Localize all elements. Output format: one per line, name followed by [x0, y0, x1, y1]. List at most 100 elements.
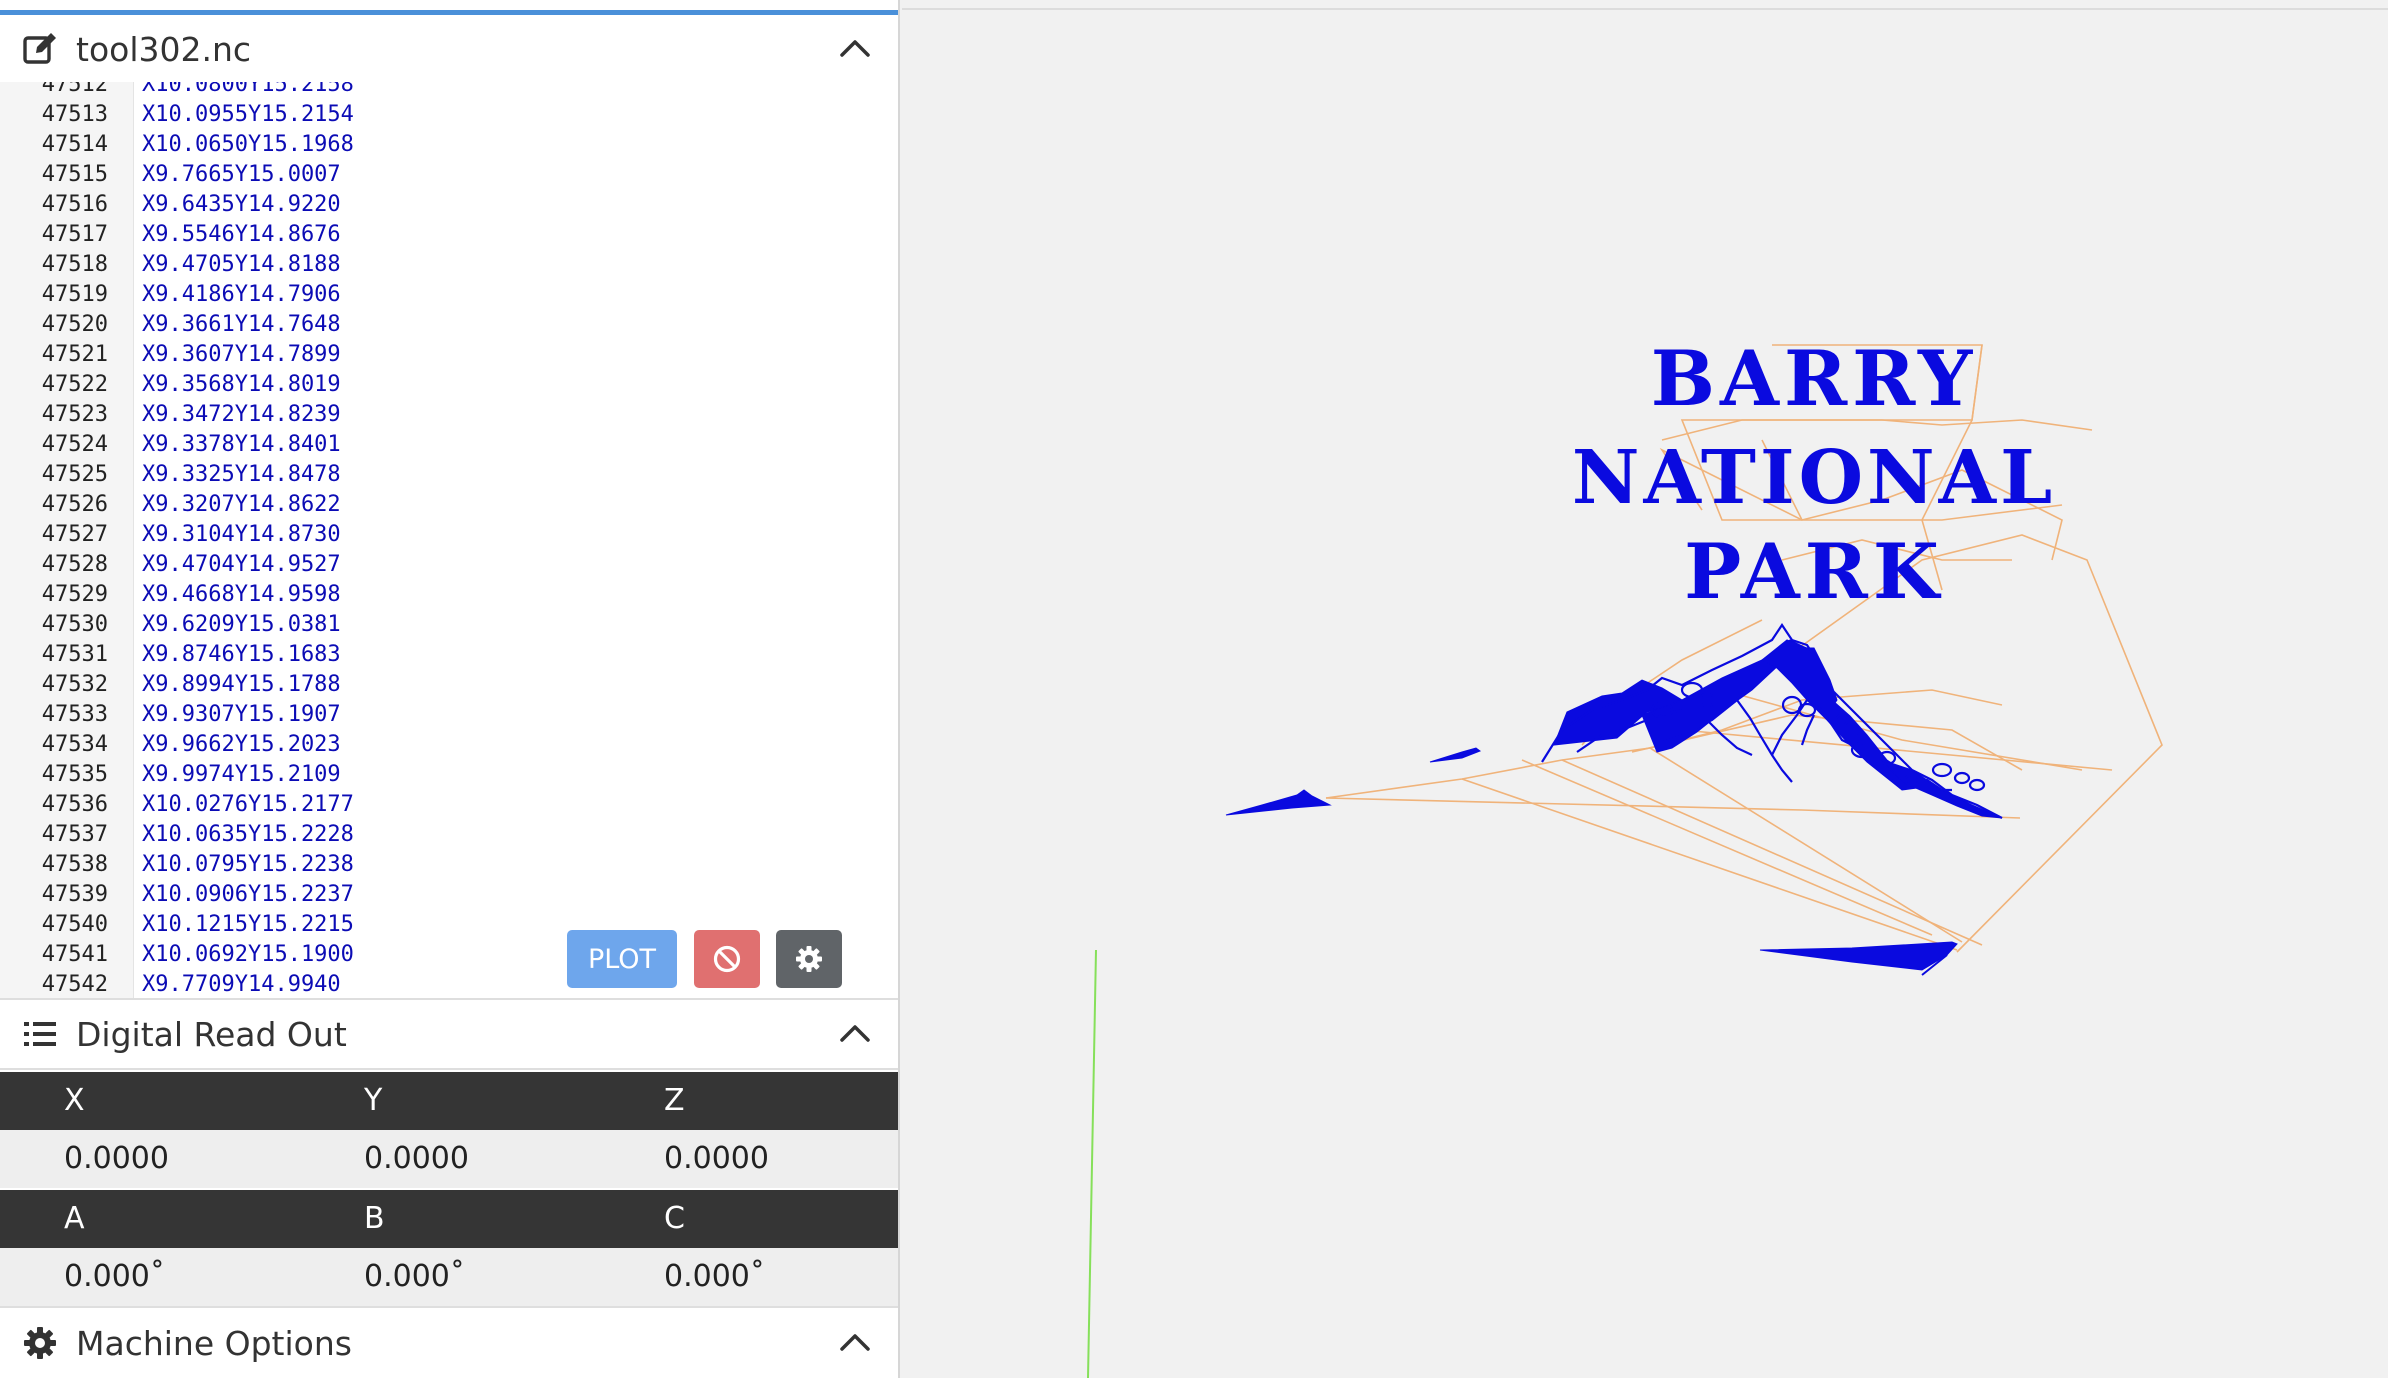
line-number: 47514	[41, 132, 108, 157]
code-line[interactable]: 47528 X9.4704Y14.9527	[0, 550, 898, 580]
gcode-text: X9.3378Y14.8401	[142, 432, 341, 457]
code-line[interactable]: 47518 X9.4705Y14.8188	[0, 250, 898, 280]
gcode-text: X9.9662Y15.2023	[142, 732, 341, 757]
line-number: 47527	[41, 522, 108, 547]
line-number: 47536	[41, 792, 108, 817]
code-line[interactable]: 47513 X10.0955Y15.2154	[0, 100, 898, 130]
toolpath-viewer[interactable]: BARRY NATIONAL PARK	[902, 0, 2388, 1378]
line-number: 47526	[41, 492, 108, 517]
axis-label-x: X	[64, 1083, 85, 1118]
code-line[interactable]: 47514 X10.0650Y15.1968	[0, 130, 898, 160]
gcode-text: X9.6209Y15.0381	[142, 612, 341, 637]
gcode-editor[interactable]: 47512 X10.0800Y15.2158 47513 X10.0955Y15.…	[0, 82, 898, 998]
gcode-text: X9.3661Y14.7648	[142, 312, 341, 337]
line-number: 47540	[41, 912, 108, 937]
gcode-text: X9.7709Y14.9940	[142, 972, 341, 997]
code-line[interactable]: 47517 X9.5546Y14.8676	[0, 220, 898, 250]
axis-label-z: Z	[664, 1083, 685, 1118]
stop-button[interactable]	[694, 930, 760, 988]
code-line[interactable]: 47520 X9.3661Y14.7648	[0, 310, 898, 340]
code-line[interactable]: 47539 X10.0906Y15.2237	[0, 880, 898, 910]
engraved-text-line-3: PARK	[1684, 527, 1944, 616]
left-panel: tool302.nc 47512 X10.0800Y15.2158 47513 X…	[0, 0, 900, 1378]
editor-header[interactable]: tool302.nc	[0, 10, 898, 85]
gcode-text: X9.5546Y14.8676	[142, 222, 341, 247]
line-number: 47539	[41, 882, 108, 907]
code-line[interactable]: 47533 X9.9307Y15.1907	[0, 700, 898, 730]
line-number: 47516	[41, 192, 108, 217]
cut-outline-loop-8	[1931, 762, 1953, 778]
line-number: 47519	[41, 282, 108, 307]
gcode-text: X9.8746Y15.1683	[142, 642, 341, 667]
gcode-text: X10.1215Y15.2215	[142, 912, 354, 937]
code-line[interactable]: 47526 X9.3207Y14.8622	[0, 490, 898, 520]
code-line[interactable]: 47515 X9.7665Y15.0007	[0, 160, 898, 190]
code-line[interactable]: 47542 X9.7709Y14.9940	[0, 970, 898, 998]
dro-axis-header-abc: A B C	[0, 1190, 898, 1248]
gcode-text: X10.0650Y15.1968	[142, 132, 354, 157]
code-line[interactable]: 47521 X9.3607Y14.7899	[0, 340, 898, 370]
code-line[interactable]: 47516 X9.6435Y14.9220	[0, 190, 898, 220]
chevron-up-icon[interactable]	[838, 1326, 872, 1360]
chevron-up-icon[interactable]	[838, 32, 872, 66]
code-line[interactable]: 47527 X9.3104Y14.8730	[0, 520, 898, 550]
code-line[interactable]: 47523 X9.3472Y14.8239	[0, 400, 898, 430]
gcode-text: X9.3207Y14.8622	[142, 492, 341, 517]
chevron-up-icon[interactable]	[838, 1017, 872, 1051]
line-number: 47537	[41, 822, 108, 847]
gcode-text: X9.6435Y14.9220	[142, 192, 341, 217]
cut-shape-lake	[1759, 941, 1958, 971]
gcode-text: X9.9307Y15.1907	[142, 702, 341, 727]
dro-title: Digital Read Out	[76, 1014, 347, 1054]
axis-label-c: C	[664, 1201, 685, 1236]
code-line[interactable]: 47538 X10.0795Y15.2238	[0, 850, 898, 880]
gcode-text: X10.0795Y15.2238	[142, 852, 354, 877]
code-line[interactable]: 47541 X10.0692Y15.1900	[0, 940, 898, 970]
code-line[interactable]: 47519 X9.4186Y14.7906	[0, 280, 898, 310]
code-line[interactable]: 47522 X9.3568Y14.8019	[0, 370, 898, 400]
gcode-text: X10.0955Y15.2154	[142, 102, 354, 127]
gcode-text: X9.4668Y14.9598	[142, 582, 341, 607]
dro-header[interactable]: Digital Read Out	[0, 998, 898, 1070]
axis-label-a: A	[64, 1201, 85, 1236]
y-axis-line	[1087, 949, 1097, 1378]
code-line[interactable]: 47537 X10.0635Y15.2228	[0, 820, 898, 850]
line-number: 47524	[41, 432, 108, 457]
code-line[interactable]: 47540 X10.1215Y15.2215	[0, 910, 898, 940]
dro-values-xyz: 0.0000 0.0000 0.0000	[0, 1130, 898, 1188]
editor-settings-button[interactable]	[776, 930, 842, 988]
gcode-text: X9.4186Y14.7906	[142, 282, 341, 307]
code-line[interactable]: 47531 X9.8746Y15.1683	[0, 640, 898, 670]
gcode-text: X9.3607Y14.7899	[142, 342, 341, 367]
code-line[interactable]: 47525 X9.3325Y14.8478	[0, 460, 898, 490]
code-line[interactable]: 47530 X9.6209Y15.0381	[0, 610, 898, 640]
gear-icon	[24, 1327, 56, 1359]
dro-axis-header-xyz: X Y Z	[0, 1072, 898, 1130]
line-number: 47533	[41, 702, 108, 727]
code-line[interactable]: 47536 X10.0276Y15.2177	[0, 790, 898, 820]
gcode-text: X9.3472Y14.8239	[142, 402, 341, 427]
code-line[interactable]: 47524 X9.3378Y14.8401	[0, 430, 898, 460]
cut-outline-lower-8	[1800, 714, 1815, 746]
cut-shape-island-left	[1225, 789, 1332, 816]
gcode-text: X9.8994Y15.1788	[142, 672, 341, 697]
gcode-text: X9.3104Y14.8730	[142, 522, 341, 547]
line-number: 47517	[41, 222, 108, 247]
line-number: 47542	[41, 972, 108, 997]
line-number: 47538	[41, 852, 108, 877]
plot-button[interactable]: PLOT	[567, 930, 677, 988]
line-number: 47530	[41, 612, 108, 637]
toolpath-canvas[interactable]: BARRY NATIONAL PARK	[902, 0, 2388, 1378]
code-line[interactable]: 47535 X9.9974Y15.2109	[0, 760, 898, 790]
axis-label-y: Y	[364, 1083, 383, 1118]
line-number: 47528	[41, 552, 108, 577]
line-number: 47518	[41, 252, 108, 277]
gcode-text: X9.7665Y15.0007	[142, 162, 341, 187]
axis-label-b: B	[364, 1201, 385, 1236]
machine-options-header[interactable]: Machine Options	[0, 1306, 898, 1378]
code-line[interactable]: 47534 X9.9662Y15.2023	[0, 730, 898, 760]
code-line[interactable]: 47532 X9.8994Y15.1788	[0, 670, 898, 700]
gcode-text: X10.0635Y15.2228	[142, 822, 354, 847]
code-line[interactable]: 47529 X9.4668Y14.9598	[0, 580, 898, 610]
line-number: 47531	[41, 642, 108, 667]
